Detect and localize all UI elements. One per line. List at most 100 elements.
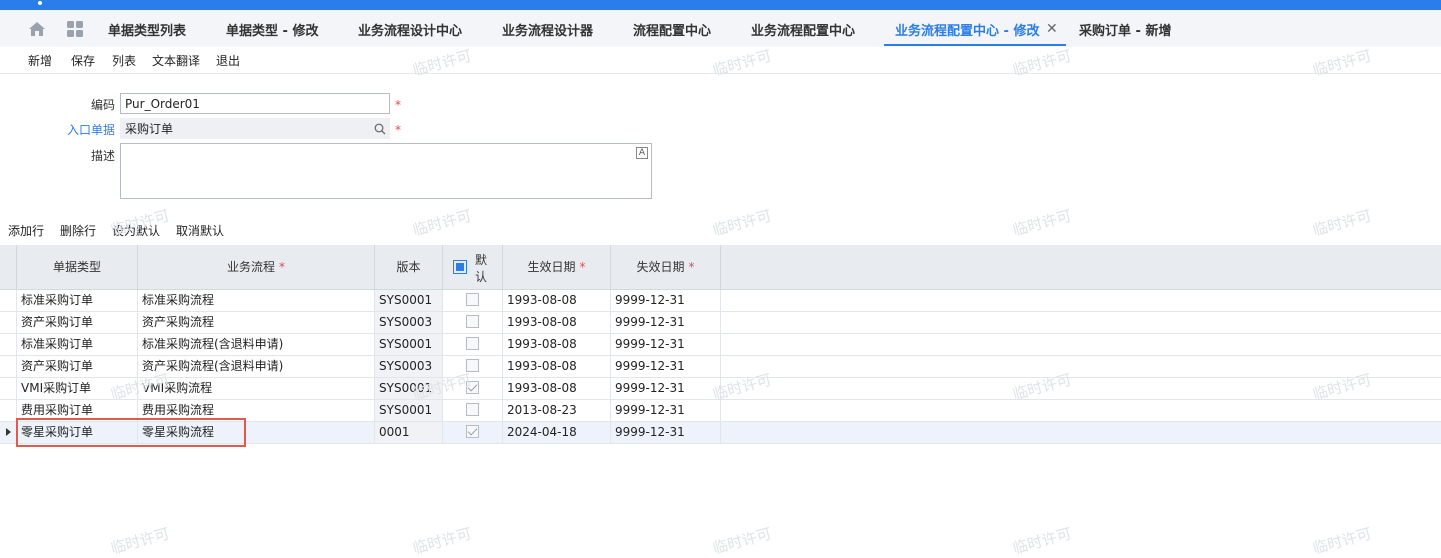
cell-default[interactable] [443,290,503,311]
cell-bill-type[interactable]: 标准采购订单 [17,290,138,311]
cell-process[interactable]: 标准采购流程(含退料申请) [138,334,375,355]
header-process[interactable]: 业务流程 * [138,245,375,289]
row-marker-cell [0,290,17,311]
default-checkbox[interactable] [466,359,479,372]
save-button[interactable]: 保存 [71,52,95,69]
tab-process-design-center[interactable]: 业务流程设计中心 [358,20,462,39]
cell-end-date[interactable]: 9999-12-31 [611,356,721,377]
cell-end-date[interactable]: 9999-12-31 [611,378,721,399]
cell-start-date[interactable]: 1993-08-08 [503,356,611,377]
tab-process-config-edit[interactable]: 业务流程配置中心 - 修改 [895,20,1039,39]
desc-textarea[interactable]: A [120,143,652,199]
cell-process[interactable]: 资产采购流程 [138,312,375,333]
header-version[interactable]: 版本 [375,245,443,289]
cell-process[interactable]: 费用采购流程 [138,400,375,421]
header-end-date[interactable]: 失效日期 * [611,245,721,289]
tab-flow-config-center[interactable]: 流程配置中心 [633,20,711,39]
watermark-text: 临时许可 [410,206,474,240]
cell-version: SYS0001 [375,290,443,311]
table-row[interactable]: 标准采购订单 标准采购流程 SYS0001 1993-08-08 9999-12-31 [0,290,1441,312]
cell-default[interactable] [443,312,503,333]
row-marker-cell [0,312,17,333]
row-marker-cell [0,422,17,443]
cell-end-date[interactable]: 9999-12-31 [611,290,721,311]
cell-version: SYS0001 [375,400,443,421]
new-button[interactable]: 新增 [28,52,52,69]
current-row-arrow-icon [6,428,11,436]
tab-bar [0,10,1441,47]
default-checkbox[interactable] [466,381,479,394]
header-bill-type[interactable]: 单据类型 [17,245,138,289]
cell-default[interactable] [443,356,503,377]
cell-bill-type[interactable]: 费用采购订单 [17,400,138,421]
exit-button[interactable]: 退出 [216,52,240,69]
table-row[interactable]: 标准采购订单 标准采购流程(含退料申请) SYS0001 1993-08-08 9999… [0,334,1441,356]
multilang-icon[interactable]: A [636,147,648,159]
delete-row-button[interactable]: 删除行 [60,222,96,239]
watermark-text: 临时许可 [1010,524,1074,558]
required-mark: * [395,98,401,112]
table-row[interactable]: 资产采购订单 资产采购流程 SYS0003 1993-08-08 9999-12-31 [0,312,1441,334]
add-row-button[interactable]: 添加行 [8,222,44,239]
cell-bill-type[interactable]: 零星采购订单 [17,422,138,443]
cell-version: SYS0003 [375,356,443,377]
default-checkbox[interactable] [466,315,479,328]
list-button[interactable]: 列表 [112,52,136,69]
cancel-default-button[interactable]: 取消默认 [176,222,224,239]
cell-default[interactable] [443,422,503,443]
select-all-checkbox[interactable] [453,260,467,274]
cell-end-date[interactable]: 9999-12-31 [611,334,721,355]
entry-bill-label[interactable]: 入口单据 [60,121,115,138]
translate-button[interactable]: 文本翻译 [152,52,200,69]
cell-start-date[interactable]: 1993-08-08 [503,334,611,355]
cell-process[interactable]: 资产采购流程(含退料申请) [138,356,375,377]
apps-grid-icon[interactable] [66,20,84,38]
home-icon[interactable] [28,20,46,38]
cell-process[interactable]: 标准采购流程 [138,290,375,311]
cell-start-date[interactable]: 1993-08-08 [503,378,611,399]
cell-start-date[interactable]: 1993-08-08 [503,290,611,311]
default-checkbox[interactable] [466,403,479,416]
header-marker [0,245,17,289]
cell-bill-type[interactable]: 标准采购订单 [17,334,138,355]
cell-version: SYS0001 [375,334,443,355]
cell-process[interactable]: 零星采购流程 [138,422,375,443]
default-checkbox[interactable] [466,425,479,438]
table-row[interactable]: VMI采购订单 VMI采购流程 SYS0001 1993-08-08 9999-12-3… [0,378,1441,400]
set-default-button[interactable]: 设为默认 [112,222,160,239]
watermark-text: 临时许可 [710,524,774,558]
close-tab-icon[interactable]: ✕ [1046,21,1058,37]
tab-process-designer[interactable]: 业务流程设计器 [502,20,593,39]
tab-bill-type-list[interactable]: 单据类型列表 [108,20,186,39]
cell-bill-type[interactable]: VMI采购订单 [17,378,138,399]
cell-default[interactable] [443,400,503,421]
grid-header: 单据类型 业务流程 * 版本 默 认 生效日期 * 失效日期 * [0,245,1441,290]
tab-purchase-order-new[interactable]: 采购订单 - 新增 [1079,20,1171,39]
cell-end-date[interactable]: 9999-12-31 [611,312,721,333]
default-checkbox[interactable] [466,337,479,350]
cell-default[interactable] [443,334,503,355]
status-dot [38,1,42,5]
cell-start-date[interactable]: 2013-08-23 [503,400,611,421]
table-row[interactable]: 资产采购订单 资产采购流程(含退料申请) SYS0003 1993-08-08 9999… [0,356,1441,378]
cell-end-date[interactable]: 9999-12-31 [611,400,721,421]
cell-process[interactable]: VMI采购流程 [138,378,375,399]
entry-bill-input[interactable] [120,118,390,139]
cell-start-date[interactable]: 2024-04-18 [503,422,611,443]
cell-bill-type[interactable]: 资产采购订单 [17,356,138,377]
search-icon[interactable] [374,123,386,135]
code-input[interactable] [120,93,390,114]
default-checkbox[interactable] [466,293,479,306]
header-default[interactable]: 默 认 [443,245,503,289]
watermark-text: 临时许可 [410,524,474,558]
watermark-text: 临时许可 [1310,524,1374,558]
cell-bill-type[interactable]: 资产采购订单 [17,312,138,333]
cell-default[interactable] [443,378,503,399]
cell-start-date[interactable]: 1993-08-08 [503,312,611,333]
table-row[interactable]: 零星采购订单 零星采购流程 0001 2024-04-18 9999-12-31 [0,422,1441,444]
tab-bill-type-edit[interactable]: 单据类型 - 修改 [226,20,318,39]
table-row[interactable]: 费用采购订单 费用采购流程 SYS0001 2013-08-23 9999-12-31 [0,400,1441,422]
cell-end-date[interactable]: 9999-12-31 [611,422,721,443]
tab-process-config-center[interactable]: 业务流程配置中心 [751,20,855,39]
header-start-date[interactable]: 生效日期 * [503,245,611,289]
